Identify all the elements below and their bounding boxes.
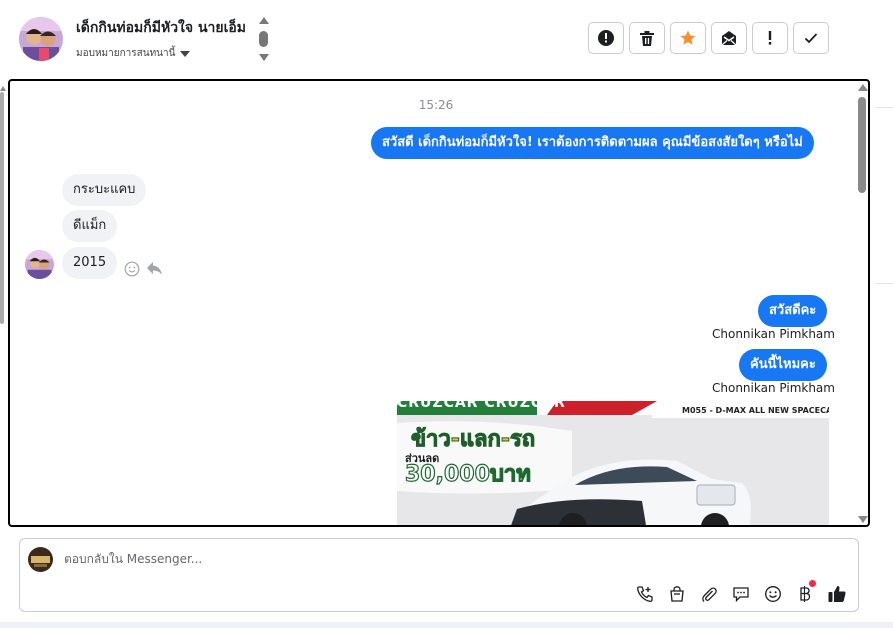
message-thread[interactable]: 15:26 สวัสดี เด็กกินท่อมก็มีหัวใจ! เราต้… <box>8 79 870 527</box>
divider <box>875 107 893 108</box>
header-actions <box>588 22 829 54</box>
scroll-down-icon[interactable] <box>858 516 868 523</box>
attach-button[interactable] <box>698 583 720 605</box>
message-sender-name: Chonnikan Pimkham <box>712 381 835 395</box>
contact-avatar-small[interactable] <box>25 250 54 279</box>
scroll-up-icon[interactable] <box>259 17 269 24</box>
exclamation-icon <box>768 31 772 45</box>
phone-plus-icon <box>637 586 653 602</box>
divider <box>875 283 893 284</box>
alert-circle-icon <box>598 30 614 46</box>
message-bubble-outgoing[interactable]: สวัสดี เด็กกินท่อมก็มีหัวใจ! เราต้องการต… <box>371 127 814 159</box>
page-avatar <box>28 547 53 572</box>
baht-icon <box>800 586 811 602</box>
scroll-up-icon[interactable] <box>858 84 868 91</box>
follow-up-button[interactable] <box>752 22 788 54</box>
notification-dot <box>809 580 816 587</box>
message-bubble-outgoing[interactable]: สวัสดีคะ <box>758 295 828 327</box>
message-bubble-incoming[interactable]: ดีแม็ก <box>62 210 118 242</box>
like-button[interactable] <box>826 583 848 605</box>
emoji-react-icon[interactable] <box>124 261 140 277</box>
scroll-thumb[interactable] <box>259 31 268 47</box>
contact-avatar[interactable] <box>19 17 63 61</box>
header-name-scroller[interactable] <box>258 17 270 63</box>
message-bubble-outgoing[interactable]: คันนี้ไหมคะ <box>739 349 827 381</box>
reply-composer <box>19 538 859 612</box>
thumbs-up-icon <box>828 586 846 602</box>
paperclip-icon <box>702 587 717 602</box>
message-timestamp: 15:26 <box>418 98 454 112</box>
reply-input[interactable] <box>64 552 664 566</box>
scroll-down-icon[interactable] <box>259 54 269 61</box>
right-panel-edge <box>870 0 893 622</box>
shop-button[interactable] <box>666 583 688 605</box>
call-button[interactable] <box>634 583 656 605</box>
saved-replies-button[interactable] <box>730 583 752 605</box>
assign-conversation-dropdown[interactable]: มอบหมายการสนทนานี้ <box>76 46 191 61</box>
star-icon <box>680 30 696 45</box>
conversation-header: เด็กกินท่อมก็มีหัวใจ นายเอ็ม มอบหมายการส… <box>0 0 870 78</box>
message-bubble-incoming[interactable]: กระบะแคบ <box>62 174 147 206</box>
contact-name[interactable]: เด็กกินท่อมก็มีหัวใจ นายเอ็ม <box>76 17 246 39</box>
ad-model-text: M055 - D-MAX ALL NEW SPACECAB 2.5 S MT <box>682 406 829 415</box>
car-advertisement-image[interactable]: CRUZCAR CRUZCAR M055 - D-MAX ALL NEW SPA… <box>397 401 829 525</box>
envelope-icon <box>721 31 737 46</box>
ad-discount-amount: 30,000บาท <box>404 461 531 487</box>
report-spam-button[interactable] <box>588 22 624 54</box>
check-icon <box>804 33 818 44</box>
message-sender-name: Chonnikan Pimkham <box>712 327 835 341</box>
emoji-button[interactable] <box>762 583 784 605</box>
reply-arrow-icon[interactable] <box>146 261 163 276</box>
shopping-bag-icon <box>670 586 684 602</box>
composer-toolbar <box>634 580 848 605</box>
assign-label: มอบหมายการสนทนานี้ <box>76 48 176 59</box>
emoji-icon <box>765 586 781 602</box>
left-scrollbar[interactable] <box>0 92 4 324</box>
thread-scrollbar[interactable] <box>858 81 868 525</box>
mark-unread-button[interactable] <box>711 22 747 54</box>
chevron-down-icon <box>180 50 191 57</box>
left-scroll-up-icon[interactable] <box>0 86 6 91</box>
star-button[interactable] <box>670 22 706 54</box>
conversation-panel: เด็กกินท่อมก็มีหัวใจ นายเอ็ม มอบหมายการส… <box>0 0 870 622</box>
ad-banner-text: CRUZCAR CRUZCAR <box>397 401 566 411</box>
scroll-thumb[interactable] <box>858 97 866 193</box>
message-bubble-incoming[interactable]: 2015 <box>62 247 118 279</box>
payment-button[interactable] <box>794 580 816 605</box>
delete-button[interactable] <box>629 22 665 54</box>
mark-done-button[interactable] <box>793 22 829 54</box>
chat-bubble-icon <box>733 587 749 603</box>
trash-icon <box>640 30 654 46</box>
